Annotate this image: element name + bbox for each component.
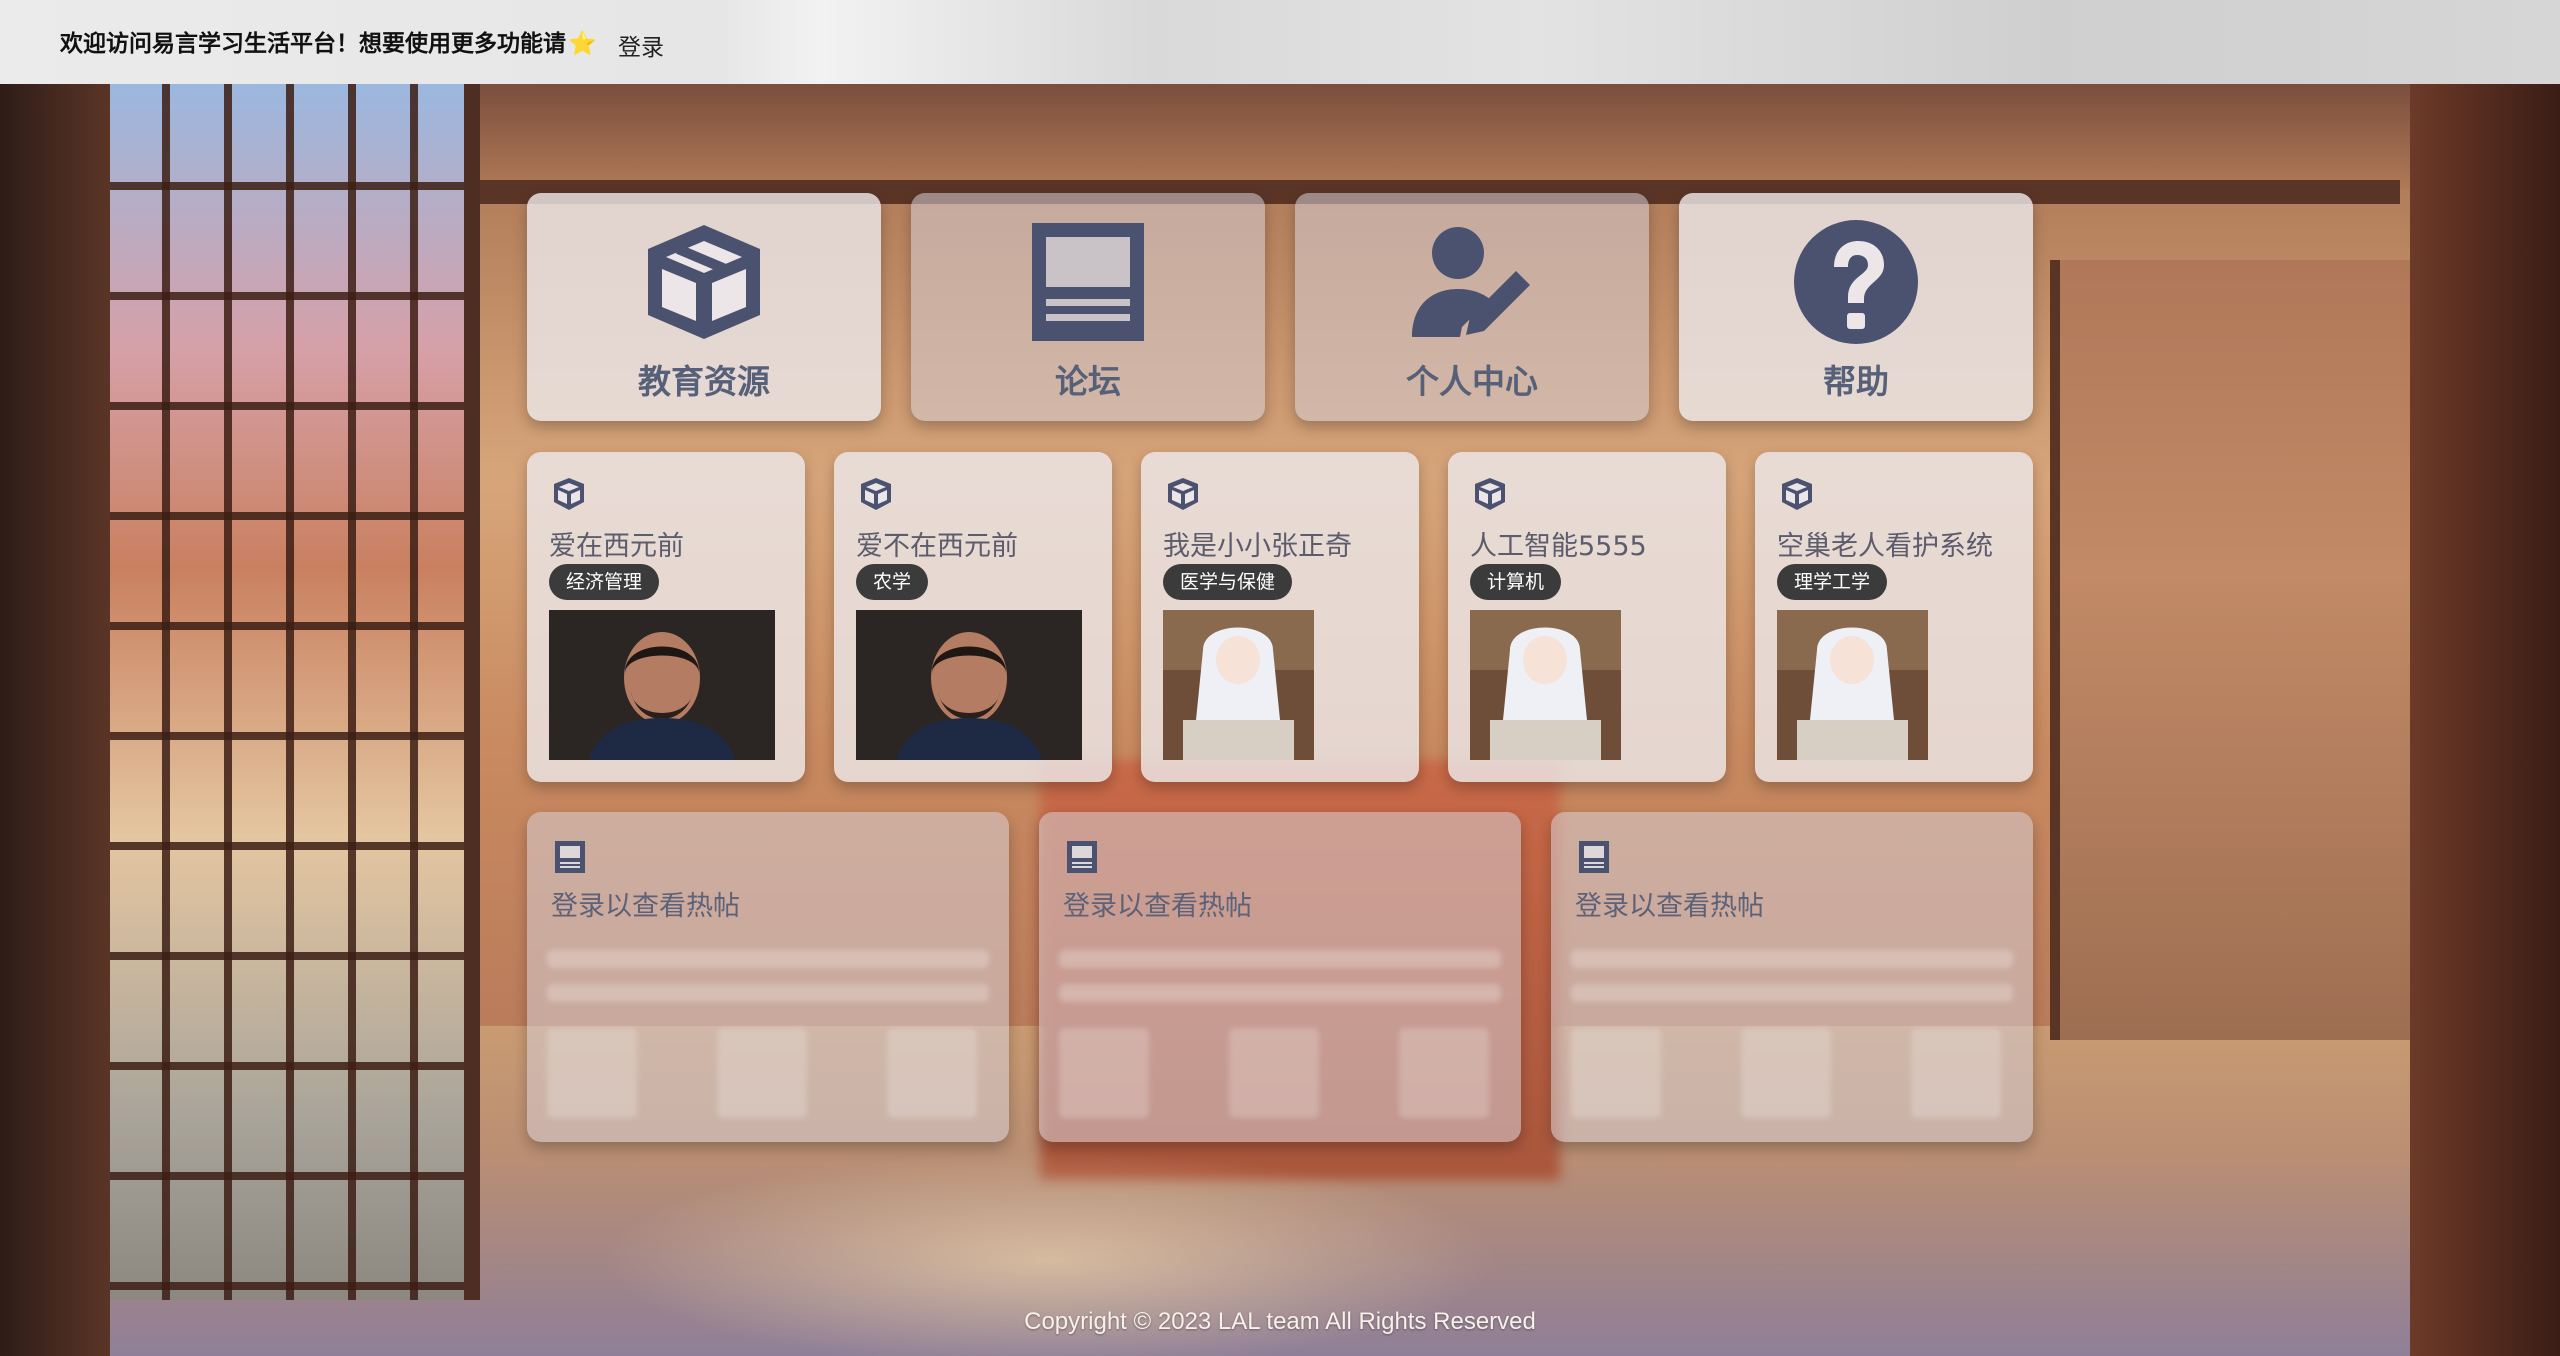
resource-title: 人工智能5555 (1470, 531, 1647, 562)
category-tag: 医学与保健 (1163, 564, 1293, 600)
forum-icon (1032, 223, 1144, 341)
login-link[interactable]: 登录 (618, 28, 664, 62)
top-bar: 欢迎访问易言学习生活平台！想要使用更多功能请⭐ 登录 (0, 0, 2560, 84)
resource-thumbnail (1777, 610, 1928, 760)
user-edit-icon (1412, 227, 1530, 337)
hot-posts-login-prompt[interactable]: 登录以查看热帖 (1575, 884, 1764, 923)
hot-posts-login-prompt[interactable]: 登录以查看热帖 (1063, 884, 1252, 923)
hot-posts-card: 登录以查看热帖 (527, 812, 1009, 1142)
resource-thumbnail (856, 610, 1082, 760)
resource-card[interactable]: 空巢老人看护系统 理学工学 (1755, 452, 2033, 782)
nav-card-personal-center[interactable]: 个人中心 (1295, 193, 1649, 421)
box-icon (554, 478, 584, 510)
nav-card-education[interactable]: 教育资源 (527, 193, 881, 421)
forum-icon (1067, 841, 1097, 873)
resource-title: 爱在西元前 (549, 531, 684, 562)
box-icon (1168, 478, 1198, 510)
resource-title: 爱不在西元前 (856, 531, 1018, 562)
resource-thumbnail (1163, 610, 1314, 760)
nav-label: 教育资源 (638, 362, 770, 401)
resource-title: 我是小小张正奇 (1163, 531, 1352, 562)
nav-card-help[interactable]: 帮助 (1679, 193, 2033, 421)
hot-posts-login-prompt[interactable]: 登录以查看热帖 (551, 884, 740, 923)
box-icon (1475, 478, 1505, 510)
resource-card[interactable]: 人工智能5555 计算机 (1448, 452, 1726, 782)
resource-thumbnail (549, 610, 775, 760)
nav-label: 个人中心 (1406, 362, 1538, 401)
category-tag: 经济管理 (549, 564, 660, 600)
hot-posts-card: 登录以查看热帖 (1551, 812, 2033, 1142)
resource-thumbnail (1470, 610, 1621, 760)
forum-icon (1579, 841, 1609, 873)
resource-title: 空巢老人看护系统 (1777, 531, 1993, 562)
nav-label: 论坛 (1055, 362, 1121, 401)
resource-card[interactable]: 爱不在西元前 农学 (834, 452, 1112, 782)
nav-card-forum[interactable]: 论坛 (911, 193, 1265, 421)
resource-card[interactable]: 我是小小张正奇 医学与保健 (1141, 452, 1419, 782)
copyright-footer: Copyright © 2023 LAL team All Rights Res… (1024, 1308, 1536, 1335)
category-tag: 计算机 (1470, 564, 1562, 600)
resource-card[interactable]: 爱在西元前 经济管理 (527, 452, 805, 782)
nav-label: 帮助 (1823, 362, 1889, 401)
box-icon (648, 225, 760, 339)
forum-icon (555, 841, 585, 873)
welcome-message: 欢迎访问易言学习生活平台！想要使用更多功能请⭐ (60, 31, 597, 57)
category-tag: 理学工学 (1777, 564, 1888, 600)
box-icon (861, 478, 891, 510)
category-tag: 农学 (856, 564, 929, 600)
hot-posts-card: 登录以查看热帖 (1039, 812, 1521, 1142)
question-icon (1794, 220, 1918, 344)
star-icon: ⭐ (568, 31, 597, 57)
box-icon (1782, 478, 1812, 510)
